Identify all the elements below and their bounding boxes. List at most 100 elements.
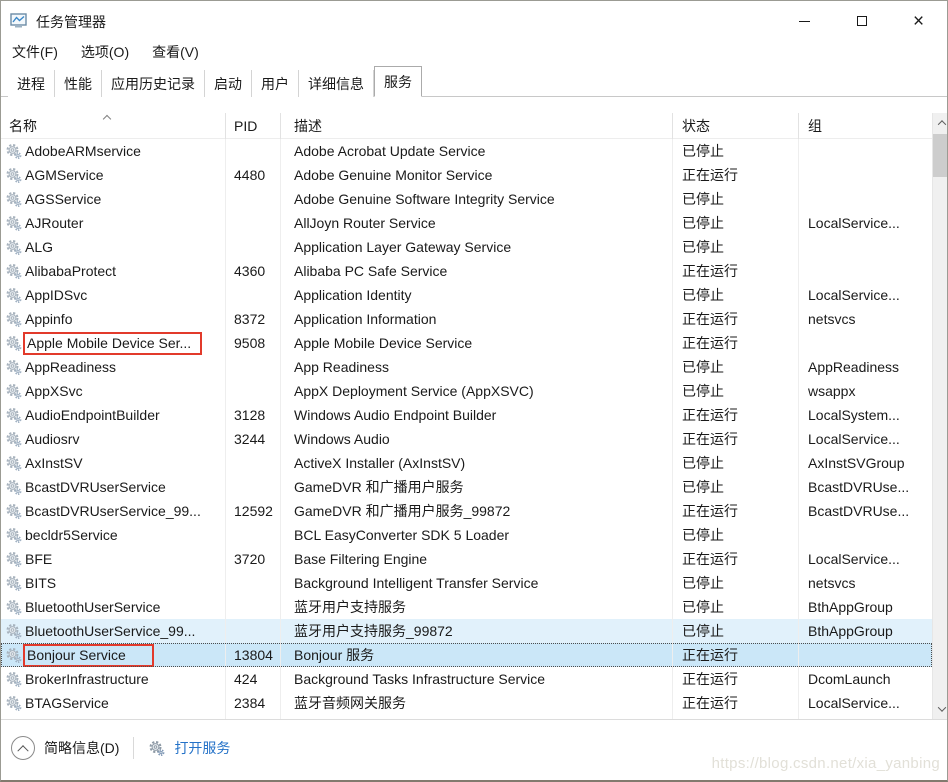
cell-pid — [226, 235, 281, 259]
cell-group: LocalService... — [799, 427, 932, 451]
table-row[interactable]: Audiosrv 3244 Windows Audio 正在运行 LocalSe… — [1, 427, 932, 451]
menu-options[interactable]: 选项(O) — [79, 40, 131, 64]
open-services-link[interactable]: 打开服务 — [174, 738, 230, 758]
table-row[interactable]: AppReadiness App Readiness 已停止 AppReadin… — [1, 355, 932, 379]
tab-startup[interactable]: 启动 — [205, 70, 252, 97]
cell-pid: 3244 — [226, 427, 281, 451]
cell-name: ALG — [1, 235, 226, 259]
scrollbar-up-button[interactable] — [933, 113, 948, 132]
cell-status: 已停止 — [673, 235, 799, 259]
cell-status: 已停止 — [673, 355, 799, 379]
table-row[interactable]: AppIDSvc Application Identity 已停止 LocalS… — [1, 283, 932, 307]
table-row[interactable]: BFE 3720 Base Filtering Engine 正在运行 Loca… — [1, 547, 932, 571]
footer-divider — [133, 737, 134, 759]
table-row[interactable]: Bonjour Service 13804 Bonjour 服务 正在运行 — [1, 643, 932, 667]
tab-details[interactable]: 详细信息 — [299, 70, 374, 97]
table-row[interactable]: ALG Application Layer Gateway Service 已停… — [1, 235, 932, 259]
fewer-details-button[interactable] — [11, 736, 35, 760]
table-row[interactable]: AdobeARMservice Adobe Acrobat Update Ser… — [1, 139, 932, 163]
tab-users[interactable]: 用户 — [252, 70, 299, 97]
cell-pid — [226, 187, 281, 211]
scrollbar-thumb[interactable] — [933, 134, 948, 177]
service-gear-icon — [5, 575, 22, 592]
table-row[interactable]: becldr5Service BCL EasyConverter SDK 5 L… — [1, 523, 932, 547]
cell-status: 已停止 — [673, 211, 799, 235]
tab-performance[interactable]: 性能 — [55, 70, 102, 97]
table-row[interactable]: BluetoothUserService 蓝牙用户支持服务 已停止 BthApp… — [1, 595, 932, 619]
maximize-button[interactable] — [833, 1, 890, 41]
cell-description: 蓝牙用户支持服务_99872 — [281, 619, 673, 643]
column-header-description[interactable]: 描述 — [281, 113, 673, 139]
service-name: AlibabaProtect — [25, 263, 116, 279]
cell-pid — [226, 619, 281, 643]
cell-description: 蓝牙用户支持服务 — [281, 595, 673, 619]
tab-processes[interactable]: 进程 — [8, 70, 55, 97]
cell-pid: 12592 — [226, 499, 281, 523]
cell-group: AxInstSVGroup — [799, 451, 932, 475]
cell-status: 已停止 — [673, 571, 799, 595]
table-row[interactable]: AxInstSV ActiveX Installer (AxInstSV) 已停… — [1, 451, 932, 475]
table-row[interactable]: AudioEndpointBuilder 3128 Windows Audio … — [1, 403, 932, 427]
fewer-details-label[interactable]: 简略信息(D) — [44, 738, 119, 758]
cell-pid — [226, 139, 281, 163]
cell-group: BthAppGroup — [799, 619, 932, 643]
service-gear-icon — [5, 551, 22, 568]
task-manager-app-icon — [10, 12, 27, 32]
service-gear-icon — [5, 167, 22, 184]
scrollbar-down-button[interactable] — [933, 699, 948, 718]
cell-status: 正在运行 — [673, 331, 799, 355]
vertical-scrollbar[interactable] — [932, 113, 948, 719]
service-gear-icon — [5, 623, 22, 640]
cell-description: BCL EasyConverter SDK 5 Loader — [281, 523, 673, 547]
cell-description: Windows Audio Endpoint Builder — [281, 403, 673, 427]
column-header-group[interactable]: 组 — [799, 113, 932, 139]
table-row[interactable]: AJRouter AllJoyn Router Service 已停止 Loca… — [1, 211, 932, 235]
tab-services[interactable]: 服务 — [374, 66, 422, 97]
cell-status: 正在运行 — [673, 427, 799, 451]
table-row[interactable]: AppXSvc AppX Deployment Service (AppXSVC… — [1, 379, 932, 403]
table-row[interactable]: BluetoothUserService_99... 蓝牙用户支持服务_9987… — [1, 619, 932, 643]
maximize-icon — [857, 16, 867, 26]
cell-group: wsappx — [799, 379, 932, 403]
cell-description: ActiveX Installer (AxInstSV) — [281, 451, 673, 475]
table-row[interactable]: BITS Background Intelligent Transfer Ser… — [1, 571, 932, 595]
cell-name: BFE — [1, 547, 226, 571]
cell-group — [799, 139, 932, 163]
table-row[interactable]: Appinfo 8372 Application Information 正在运… — [1, 307, 932, 331]
column-header-pid[interactable]: PID — [226, 113, 281, 139]
menu-view[interactable]: 查看(V) — [150, 40, 201, 64]
table-row[interactable]: BcastDVRUserService_99... 12592 GameDVR … — [1, 499, 932, 523]
cell-status: 正在运行 — [673, 307, 799, 331]
cell-description: Adobe Genuine Software Integrity Service — [281, 187, 673, 211]
cell-description: 蓝牙音频网关服务 — [281, 691, 673, 715]
column-header-status[interactable]: 状态 — [673, 113, 799, 139]
cell-pid: 8372 — [226, 307, 281, 331]
service-gear-icon — [5, 455, 22, 472]
cell-description: GameDVR 和广播用户服务_99872 — [281, 499, 673, 523]
table-row[interactable]: BcastDVRUserService GameDVR 和广播用户服务 已停止 … — [1, 475, 932, 499]
table-row[interactable]: AlibabaProtect 4360 Alibaba PC Safe Serv… — [1, 259, 932, 283]
menu-file[interactable]: 文件(F) — [10, 40, 60, 64]
tab-app-history[interactable]: 应用历史记录 — [102, 70, 205, 97]
table-row[interactable]: AGMService 4480 Adobe Genuine Monitor Se… — [1, 163, 932, 187]
sort-ascending-icon — [103, 115, 111, 123]
table-row[interactable]: BTAGService 2384 蓝牙音频网关服务 正在运行 LocalServ… — [1, 691, 932, 715]
cell-description: Application Identity — [281, 283, 673, 307]
service-gear-icon — [5, 479, 22, 496]
cell-group — [799, 187, 932, 211]
service-gear-icon — [5, 287, 22, 304]
table-row[interactable]: AGSService Adobe Genuine Software Integr… — [1, 187, 932, 211]
cell-group: LocalService... — [799, 283, 932, 307]
column-header-name[interactable]: 名称 — [1, 113, 226, 139]
minimize-button[interactable] — [776, 1, 833, 41]
cell-description: Background Intelligent Transfer Service — [281, 571, 673, 595]
table-row[interactable]: BrokerInfrastructure 424 Background Task… — [1, 667, 932, 691]
menu-bar: 文件(F) 选项(O) 查看(V) — [1, 39, 947, 65]
service-name: ALG — [25, 239, 53, 255]
close-button[interactable]: × — [890, 1, 947, 41]
table-row[interactable]: Apple Mobile Device Ser... 9508 Apple Mo… — [1, 331, 932, 355]
cell-description: App Readiness — [281, 355, 673, 379]
chevron-up-circle-icon — [17, 745, 28, 756]
cell-pid — [226, 571, 281, 595]
cell-group: netsvcs — [799, 307, 932, 331]
